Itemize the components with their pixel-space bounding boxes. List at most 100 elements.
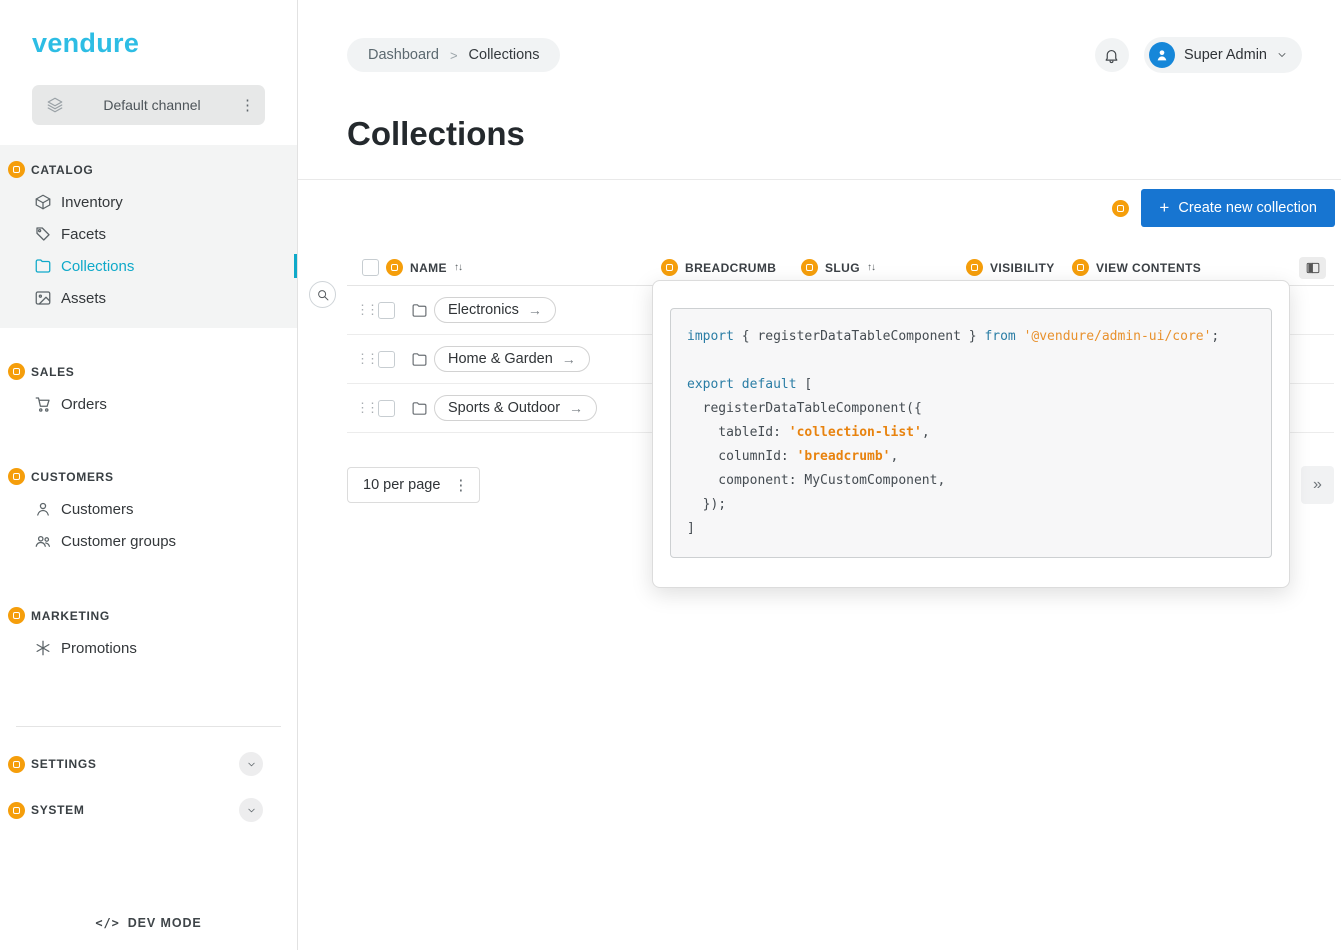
nav-item-label: Customers [61, 501, 134, 518]
extension-point-badge[interactable] [966, 259, 983, 276]
section-label-customers: CUSTOMERS [31, 470, 114, 484]
header-breadcrumb: BREADCRUMB [661, 259, 801, 276]
sidebar-item-customer-groups[interactable]: Customer groups [0, 525, 297, 557]
image-icon [34, 289, 52, 307]
expand-system-button[interactable] [239, 798, 263, 822]
nav-section-catalog: CATALOG Inventory Facets [0, 145, 297, 328]
extension-point-badge[interactable] [386, 259, 403, 276]
collection-chip[interactable]: Sports & Outdoor → [434, 395, 597, 421]
plus-icon: + [1159, 198, 1169, 218]
header-label-visibility: VISIBILITY [990, 261, 1055, 275]
breadcrumb-collections: Collections [469, 47, 540, 63]
breadcrumb: Dashboard > Collections [347, 38, 560, 72]
toolbar: + Create new collection [298, 179, 1341, 227]
sort-icon[interactable]: ↑↓ [867, 262, 875, 273]
per-page-select[interactable]: 10 per page ⋮ [347, 467, 480, 503]
notifications-button[interactable] [1095, 38, 1129, 72]
column-settings-button[interactable] [1299, 257, 1326, 279]
user-name: Super Admin [1184, 47, 1267, 63]
nav-section-header-customers: CUSTOMERS [0, 460, 297, 493]
dev-mode-popover: import { registerDataTableComponent } fr… [652, 280, 1290, 588]
channel-selector[interactable]: Default channel ⋮ [32, 85, 265, 125]
sort-icon[interactable]: ↑↓ [454, 262, 462, 273]
extension-point-badge[interactable] [8, 607, 25, 624]
create-new-collection-button[interactable]: + Create new collection [1141, 189, 1335, 227]
user-menu[interactable]: Super Admin [1144, 37, 1302, 73]
vendure-logo: vendure [32, 28, 297, 59]
header-label-name[interactable]: NAME [410, 261, 447, 275]
sidebar-item-customers[interactable]: Customers [0, 493, 297, 525]
chevron-down-icon [1276, 49, 1288, 61]
chevron-down-icon [246, 759, 257, 770]
collection-chip[interactable]: Electronics → [434, 297, 556, 323]
drag-handle[interactable]: ⋮⋮ [356, 400, 370, 416]
bell-icon [1103, 47, 1120, 64]
sidebar-item-promotions[interactable]: Promotions [0, 632, 297, 664]
folder-icon [411, 302, 428, 319]
extension-point-badge[interactable] [801, 259, 818, 276]
row-checkbox[interactable] [378, 400, 395, 417]
drag-handle[interactable]: ⋮⋮ [356, 302, 370, 318]
app: vendure Default channel ⋮ CATALOG Invent… [0, 0, 1341, 950]
sidebar-nav: CATALOG Inventory Facets [0, 145, 297, 833]
sidebar-item-collections[interactable]: Collections [0, 250, 297, 282]
nav-section-header-sales: SALES [0, 355, 297, 388]
sidebar-item-settings[interactable]: SETTINGS [0, 741, 297, 787]
sidebar-item-system[interactable]: SYSTEM [0, 787, 297, 833]
nav-item-label: Orders [61, 396, 107, 413]
users-icon [34, 532, 52, 550]
header-slug: SLUG ↑↓ [801, 259, 966, 276]
columns-icon [1306, 262, 1320, 274]
extension-point-badge[interactable] [1112, 200, 1129, 217]
folder-icon [34, 257, 52, 275]
sidebar-item-facets[interactable]: Facets [0, 218, 297, 250]
breadcrumb-dashboard[interactable]: Dashboard [368, 47, 439, 63]
dev-mode-indicator[interactable]: </> DEV MODE [0, 916, 297, 930]
sidebar: vendure Default channel ⋮ CATALOG Invent… [0, 0, 298, 950]
extension-point-badge[interactable] [8, 161, 25, 178]
kebab-icon: ⋮ [453, 478, 468, 493]
header-visibility: VISIBILITY [966, 259, 1072, 276]
search-button[interactable] [309, 281, 336, 308]
row-checkbox[interactable] [378, 302, 395, 319]
row-checkbox[interactable] [378, 351, 395, 368]
header-label-slug[interactable]: SLUG [825, 261, 860, 275]
header-view-contents: VIEW CONTENTS [1072, 259, 1290, 276]
tag-icon [34, 225, 52, 243]
page-title: Collections [347, 115, 1341, 153]
chevron-down-icon [246, 805, 257, 816]
collection-name: Sports & Outdoor [448, 400, 560, 416]
drag-handle[interactable]: ⋮⋮ [356, 351, 370, 367]
nav-item-label: Promotions [61, 640, 137, 657]
extension-point-badge[interactable] [661, 259, 678, 276]
nav-section-sales: SALES Orders [0, 355, 297, 420]
cart-icon [34, 395, 52, 413]
nav-item-label: Assets [61, 290, 106, 307]
header-label-breadcrumb: BREADCRUMB [685, 261, 776, 275]
extension-point-badge[interactable] [8, 756, 25, 773]
inventory-icon [34, 193, 52, 211]
sidebar-divider [16, 726, 281, 727]
section-label-marketing: MARKETING [31, 609, 110, 623]
extension-point-badge[interactable] [8, 468, 25, 485]
extension-point-badge[interactable] [8, 363, 25, 380]
kebab-icon[interactable]: ⋮ [240, 98, 255, 113]
sidebar-item-assets[interactable]: Assets [0, 282, 297, 314]
next-page-button[interactable]: » [1301, 466, 1334, 504]
nav-section-customers: CUSTOMERS Customers Customer groups [0, 460, 297, 557]
layers-icon [46, 96, 64, 114]
expand-settings-button[interactable] [239, 752, 263, 776]
user-icon [34, 500, 52, 518]
nav-item-label: Customer groups [61, 533, 176, 550]
collection-name: Electronics [448, 302, 519, 318]
search-icon [316, 288, 330, 302]
extension-point-badge[interactable] [1072, 259, 1089, 276]
nav-item-label: Facets [61, 226, 106, 243]
select-all-checkbox[interactable] [362, 259, 379, 276]
collection-chip[interactable]: Home & Garden → [434, 346, 590, 372]
sidebar-item-orders[interactable]: Orders [0, 388, 297, 420]
arrow-right-icon: → [562, 351, 576, 367]
sidebar-item-inventory[interactable]: Inventory [0, 186, 297, 218]
section-label-system: SYSTEM [31, 803, 85, 817]
extension-point-badge[interactable] [8, 802, 25, 819]
